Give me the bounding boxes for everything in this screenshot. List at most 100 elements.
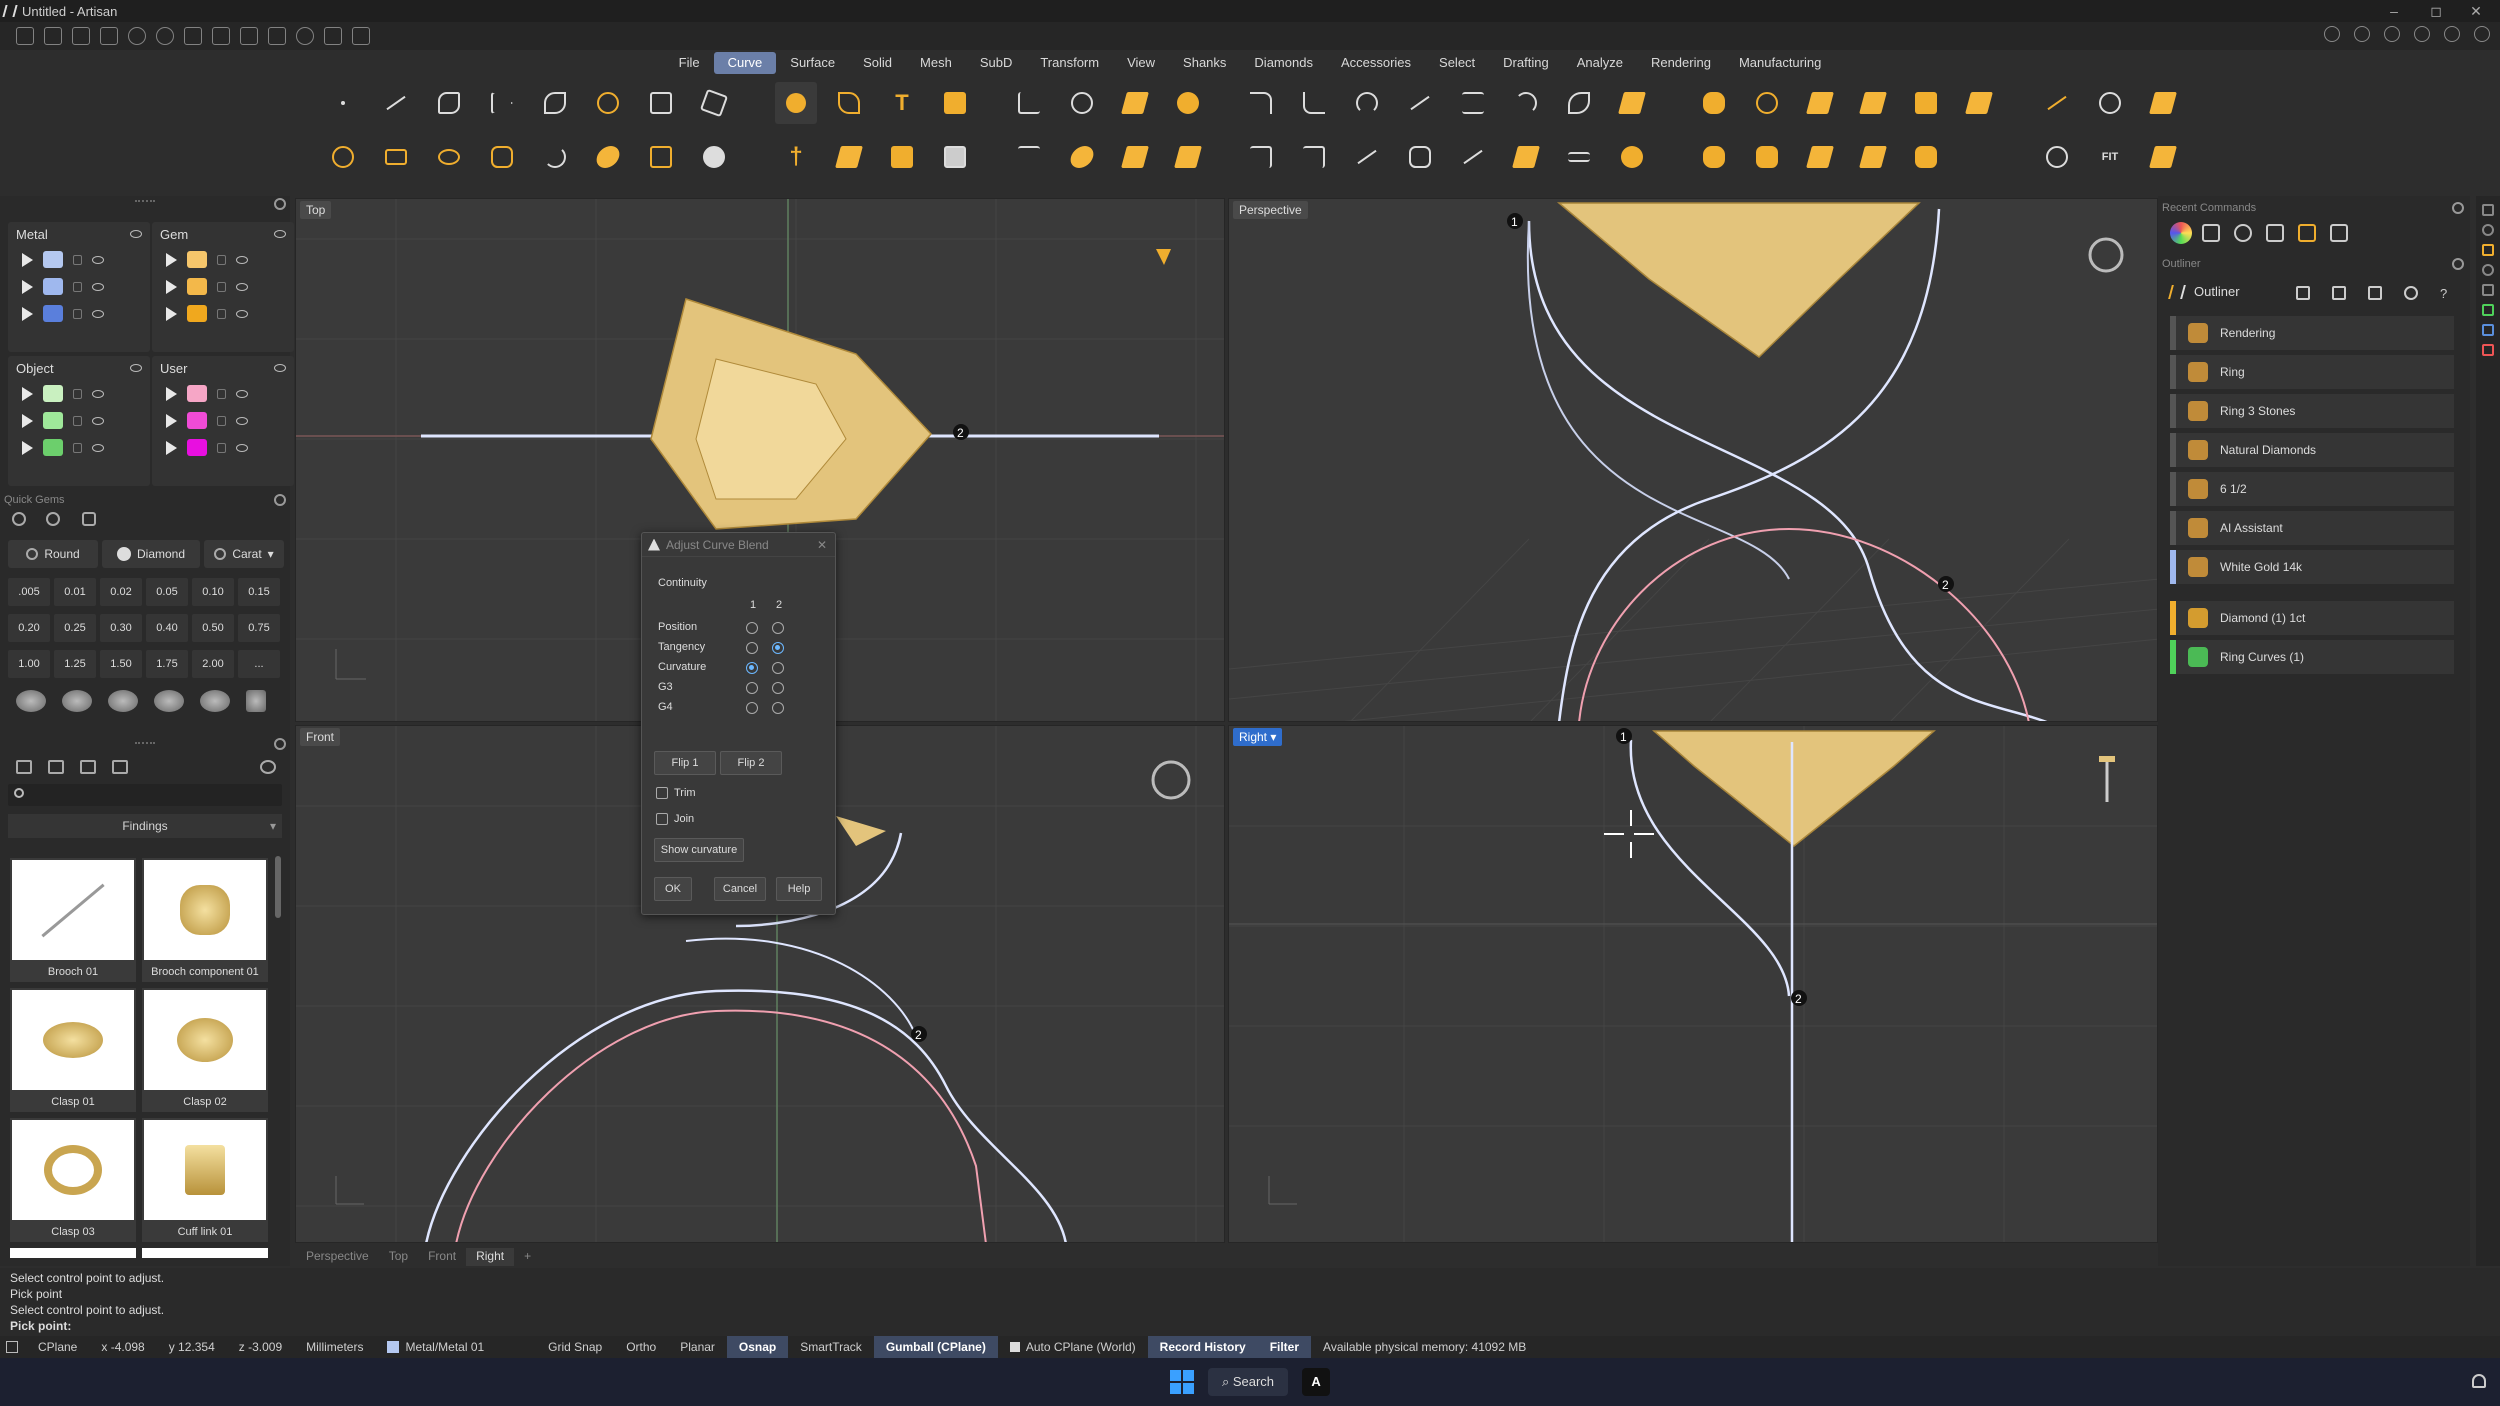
play-icon[interactable] <box>22 279 33 294</box>
wave-tool-icon[interactable] <box>587 136 629 178</box>
gem-shape-dropdown[interactable]: Round <box>8 540 98 568</box>
continuity-radio-end-2[interactable] <box>772 682 784 694</box>
eye-icon[interactable] <box>92 389 104 398</box>
menu-shanks[interactable]: Shanks <box>1169 52 1240 74</box>
fit-view-icon[interactable]: FIT <box>2089 136 2131 178</box>
gem-size-button[interactable]: 0.75 <box>238 614 280 642</box>
menu-solid[interactable]: Solid <box>849 52 906 74</box>
continuity-radio-end-1[interactable] <box>746 642 758 654</box>
eye-icon[interactable] <box>92 309 104 318</box>
record-history-toggle[interactable]: Record History <box>1147 1336 1258 1358</box>
ellipse-tool-icon[interactable] <box>428 136 470 178</box>
menu-file[interactable]: File <box>665 52 714 74</box>
lock-icon[interactable] <box>73 308 82 319</box>
viewport-perspective[interactable]: Perspective 1 2 <box>1228 198 2158 722</box>
layer-color-swatch[interactable] <box>43 385 63 402</box>
layer-color-swatch[interactable] <box>187 251 207 268</box>
tab-front[interactable]: Front <box>418 1248 466 1266</box>
finding-tile[interactable]: Clasp 03 <box>10 1118 136 1242</box>
snap-icon[interactable] <box>268 27 286 45</box>
eye-icon[interactable] <box>130 364 142 372</box>
assembly-tool-icon[interactable] <box>2142 82 2184 124</box>
pick-icon[interactable] <box>2296 286 2310 300</box>
sketch-tool-icon[interactable] <box>775 82 817 124</box>
refresh-icon[interactable] <box>2404 286 2418 300</box>
outliner-item[interactable]: 6 1/2 <box>2170 472 2454 506</box>
continuity-radio-end-2[interactable] <box>772 642 784 654</box>
gem-cut-icon[interactable] <box>46 512 60 526</box>
dialog-close-icon[interactable]: ✕ <box>817 538 827 552</box>
gem-tool-3-icon[interactable] <box>1799 82 1841 124</box>
gear-settings-icon[interactable] <box>296 27 314 45</box>
link-icon[interactable] <box>2444 26 2460 42</box>
layer-row[interactable] <box>152 434 294 461</box>
panel-grip[interactable] <box>135 200 155 203</box>
tools-icon[interactable] <box>324 27 342 45</box>
dock-icon[interactable] <box>2482 344 2494 356</box>
gem-size-button[interactable]: 1.25 <box>54 650 96 678</box>
gem-tool-11-icon[interactable] <box>1905 136 1947 178</box>
menu-analyze[interactable]: Analyze <box>1563 52 1637 74</box>
library-gear-icon[interactable] <box>274 738 286 750</box>
polyline-edit-icon[interactable] <box>1346 136 1388 178</box>
layer-color-swatch[interactable] <box>187 278 207 295</box>
finding-tile[interactable]: Clasp 01 <box>10 988 136 1112</box>
rebuild-icon[interactable] <box>1061 136 1103 178</box>
chamfer-icon[interactable] <box>1240 136 1282 178</box>
menu-curve[interactable]: Curve <box>713 52 777 74</box>
menu-surface[interactable]: Surface <box>776 52 849 74</box>
save-icon[interactable] <box>184 27 202 45</box>
play-icon[interactable] <box>166 279 177 294</box>
curve-fold-icon[interactable] <box>1167 136 1209 178</box>
layer-row[interactable] <box>152 246 294 273</box>
gem-size-button[interactable]: ... <box>238 650 280 678</box>
play-icon[interactable] <box>166 413 177 428</box>
units-label[interactable]: Millimeters <box>294 1340 375 1354</box>
finding-tile[interactable]: Cuff link 01 <box>142 1118 268 1242</box>
eye-icon[interactable] <box>236 416 248 425</box>
layer-row[interactable] <box>152 380 294 407</box>
viewport-title[interactable]: Right ▾ <box>1233 728 1283 746</box>
recent-command-4-icon[interactable] <box>2298 224 2316 242</box>
gem-size-button[interactable]: .005 <box>8 578 50 606</box>
tab-perspective[interactable]: Perspective <box>296 1248 379 1266</box>
tab-right[interactable]: Right <box>466 1248 515 1266</box>
recent-command-2-icon[interactable] <box>2234 224 2252 242</box>
gem-tool-5-icon[interactable] <box>1905 82 1947 124</box>
flip-2-button[interactable]: Flip 2 <box>720 751 782 775</box>
library-grip[interactable] <box>135 742 155 745</box>
undo-icon[interactable] <box>128 27 146 45</box>
tab-top[interactable]: Top <box>379 1248 418 1266</box>
play-icon[interactable] <box>166 252 177 267</box>
smarttrack-toggle[interactable]: SmartTrack <box>788 1340 874 1354</box>
notification-bell-icon[interactable] <box>2472 1374 2486 1388</box>
play-icon[interactable] <box>22 413 33 428</box>
cloud-icon[interactable] <box>2384 26 2400 42</box>
continuity-radio-end-1[interactable] <box>746 702 758 714</box>
blend-curve-icon[interactable] <box>1293 82 1335 124</box>
text-tool-icon[interactable]: T <box>881 82 923 124</box>
layer-color-swatch[interactable] <box>187 412 207 429</box>
flow-curve-icon[interactable] <box>1505 136 1547 178</box>
panel-toggle-icon[interactable] <box>6 1341 18 1353</box>
play-icon[interactable] <box>166 306 177 321</box>
eye-icon[interactable] <box>274 230 286 238</box>
gem-tool-10-icon[interactable] <box>1852 136 1894 178</box>
finding-tile-partial[interactable] <box>142 1248 268 1258</box>
gem-size-button[interactable]: 1.00 <box>8 650 50 678</box>
lock-icon[interactable] <box>217 388 226 399</box>
gem-settings-icon[interactable] <box>12 512 26 526</box>
gem-view-6-icon[interactable] <box>246 690 266 712</box>
mesh-curve-tool-icon[interactable] <box>693 82 735 124</box>
layer-row[interactable] <box>8 300 150 327</box>
grid-view-icon[interactable] <box>112 760 128 774</box>
new-file-icon[interactable] <box>16 27 34 45</box>
helix-tool-icon[interactable] <box>640 82 682 124</box>
play-icon[interactable] <box>22 440 33 455</box>
gem-tool-7-icon[interactable] <box>1693 136 1735 178</box>
lock-icon[interactable] <box>73 254 82 265</box>
background-image-icon[interactable] <box>881 136 923 178</box>
layer-color-swatch[interactable] <box>43 305 63 322</box>
save-as-icon[interactable] <box>212 27 230 45</box>
outliner-item[interactable]: Rendering <box>2170 316 2454 350</box>
